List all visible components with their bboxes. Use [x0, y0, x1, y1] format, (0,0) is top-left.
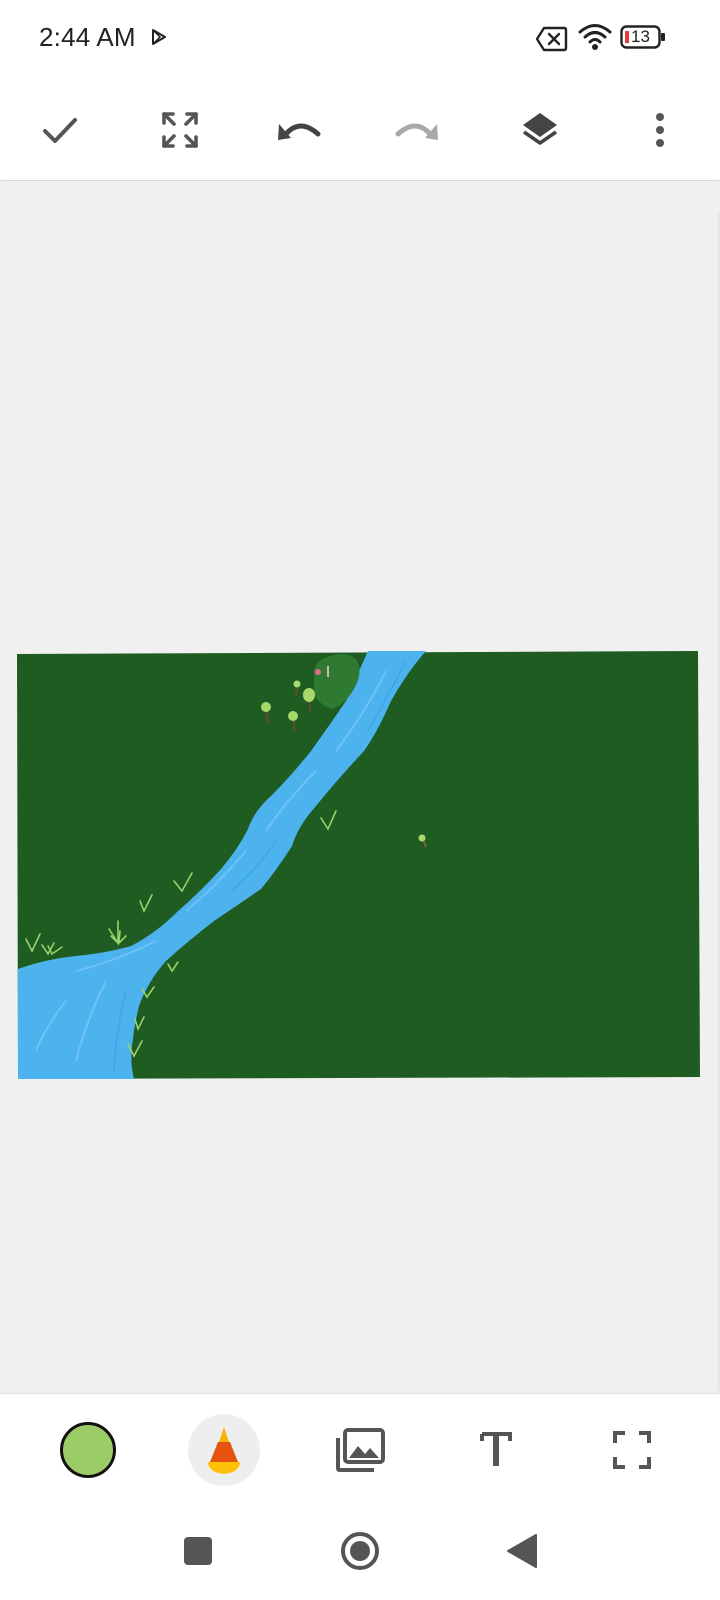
status-bar: 2:44 AM 13	[0, 0, 720, 78]
home-button[interactable]	[338, 1529, 382, 1573]
brush-selected-bg	[188, 1414, 260, 1486]
status-right-icons: 13	[520, 0, 720, 78]
done-button[interactable]	[28, 98, 92, 162]
more-vert-icon	[656, 113, 664, 147]
color-picker-button[interactable]	[52, 1414, 124, 1486]
back-icon	[507, 1534, 537, 1568]
battery-icon: 13	[620, 25, 666, 49]
layers-button[interactable]	[508, 98, 572, 162]
more-options-button[interactable]	[628, 98, 692, 162]
battery-level: 13	[631, 27, 650, 46]
drawing-canvas[interactable]	[16, 651, 700, 1079]
text-tool-button[interactable]	[460, 1414, 532, 1486]
wifi-icon	[578, 24, 612, 50]
redo-button[interactable]	[384, 98, 448, 162]
redo-icon	[395, 123, 438, 140]
back-button[interactable]	[500, 1529, 544, 1573]
status-time: 2:44 AM	[39, 22, 136, 52]
home-icon	[341, 1532, 379, 1570]
recents-icon	[184, 1537, 212, 1565]
top-toolbar	[0, 78, 720, 180]
image-gallery-icon	[336, 1428, 385, 1472]
play-store-icon	[152, 29, 166, 45]
canvas-artwork	[17, 651, 700, 1079]
system-nav-bar	[0, 1503, 720, 1600]
no-sim-icon	[536, 26, 568, 52]
undo-icon	[278, 123, 321, 140]
brush-icon	[208, 1427, 240, 1474]
check-icon	[43, 118, 77, 143]
fit-screen-icon	[162, 112, 198, 148]
layers-icon	[522, 113, 558, 145]
crop-frame-icon	[613, 1431, 651, 1469]
undo-button[interactable]	[268, 98, 332, 162]
crop-frame-button[interactable]	[596, 1414, 668, 1486]
fit-screen-button[interactable]	[148, 98, 212, 162]
recents-button[interactable]	[176, 1529, 220, 1573]
brush-tool-button[interactable]	[188, 1414, 260, 1486]
color-swatch	[60, 1422, 116, 1478]
image-gallery-button[interactable]	[324, 1414, 396, 1486]
bottom-toolbar	[0, 1393, 720, 1504]
text-icon	[480, 1432, 512, 1466]
